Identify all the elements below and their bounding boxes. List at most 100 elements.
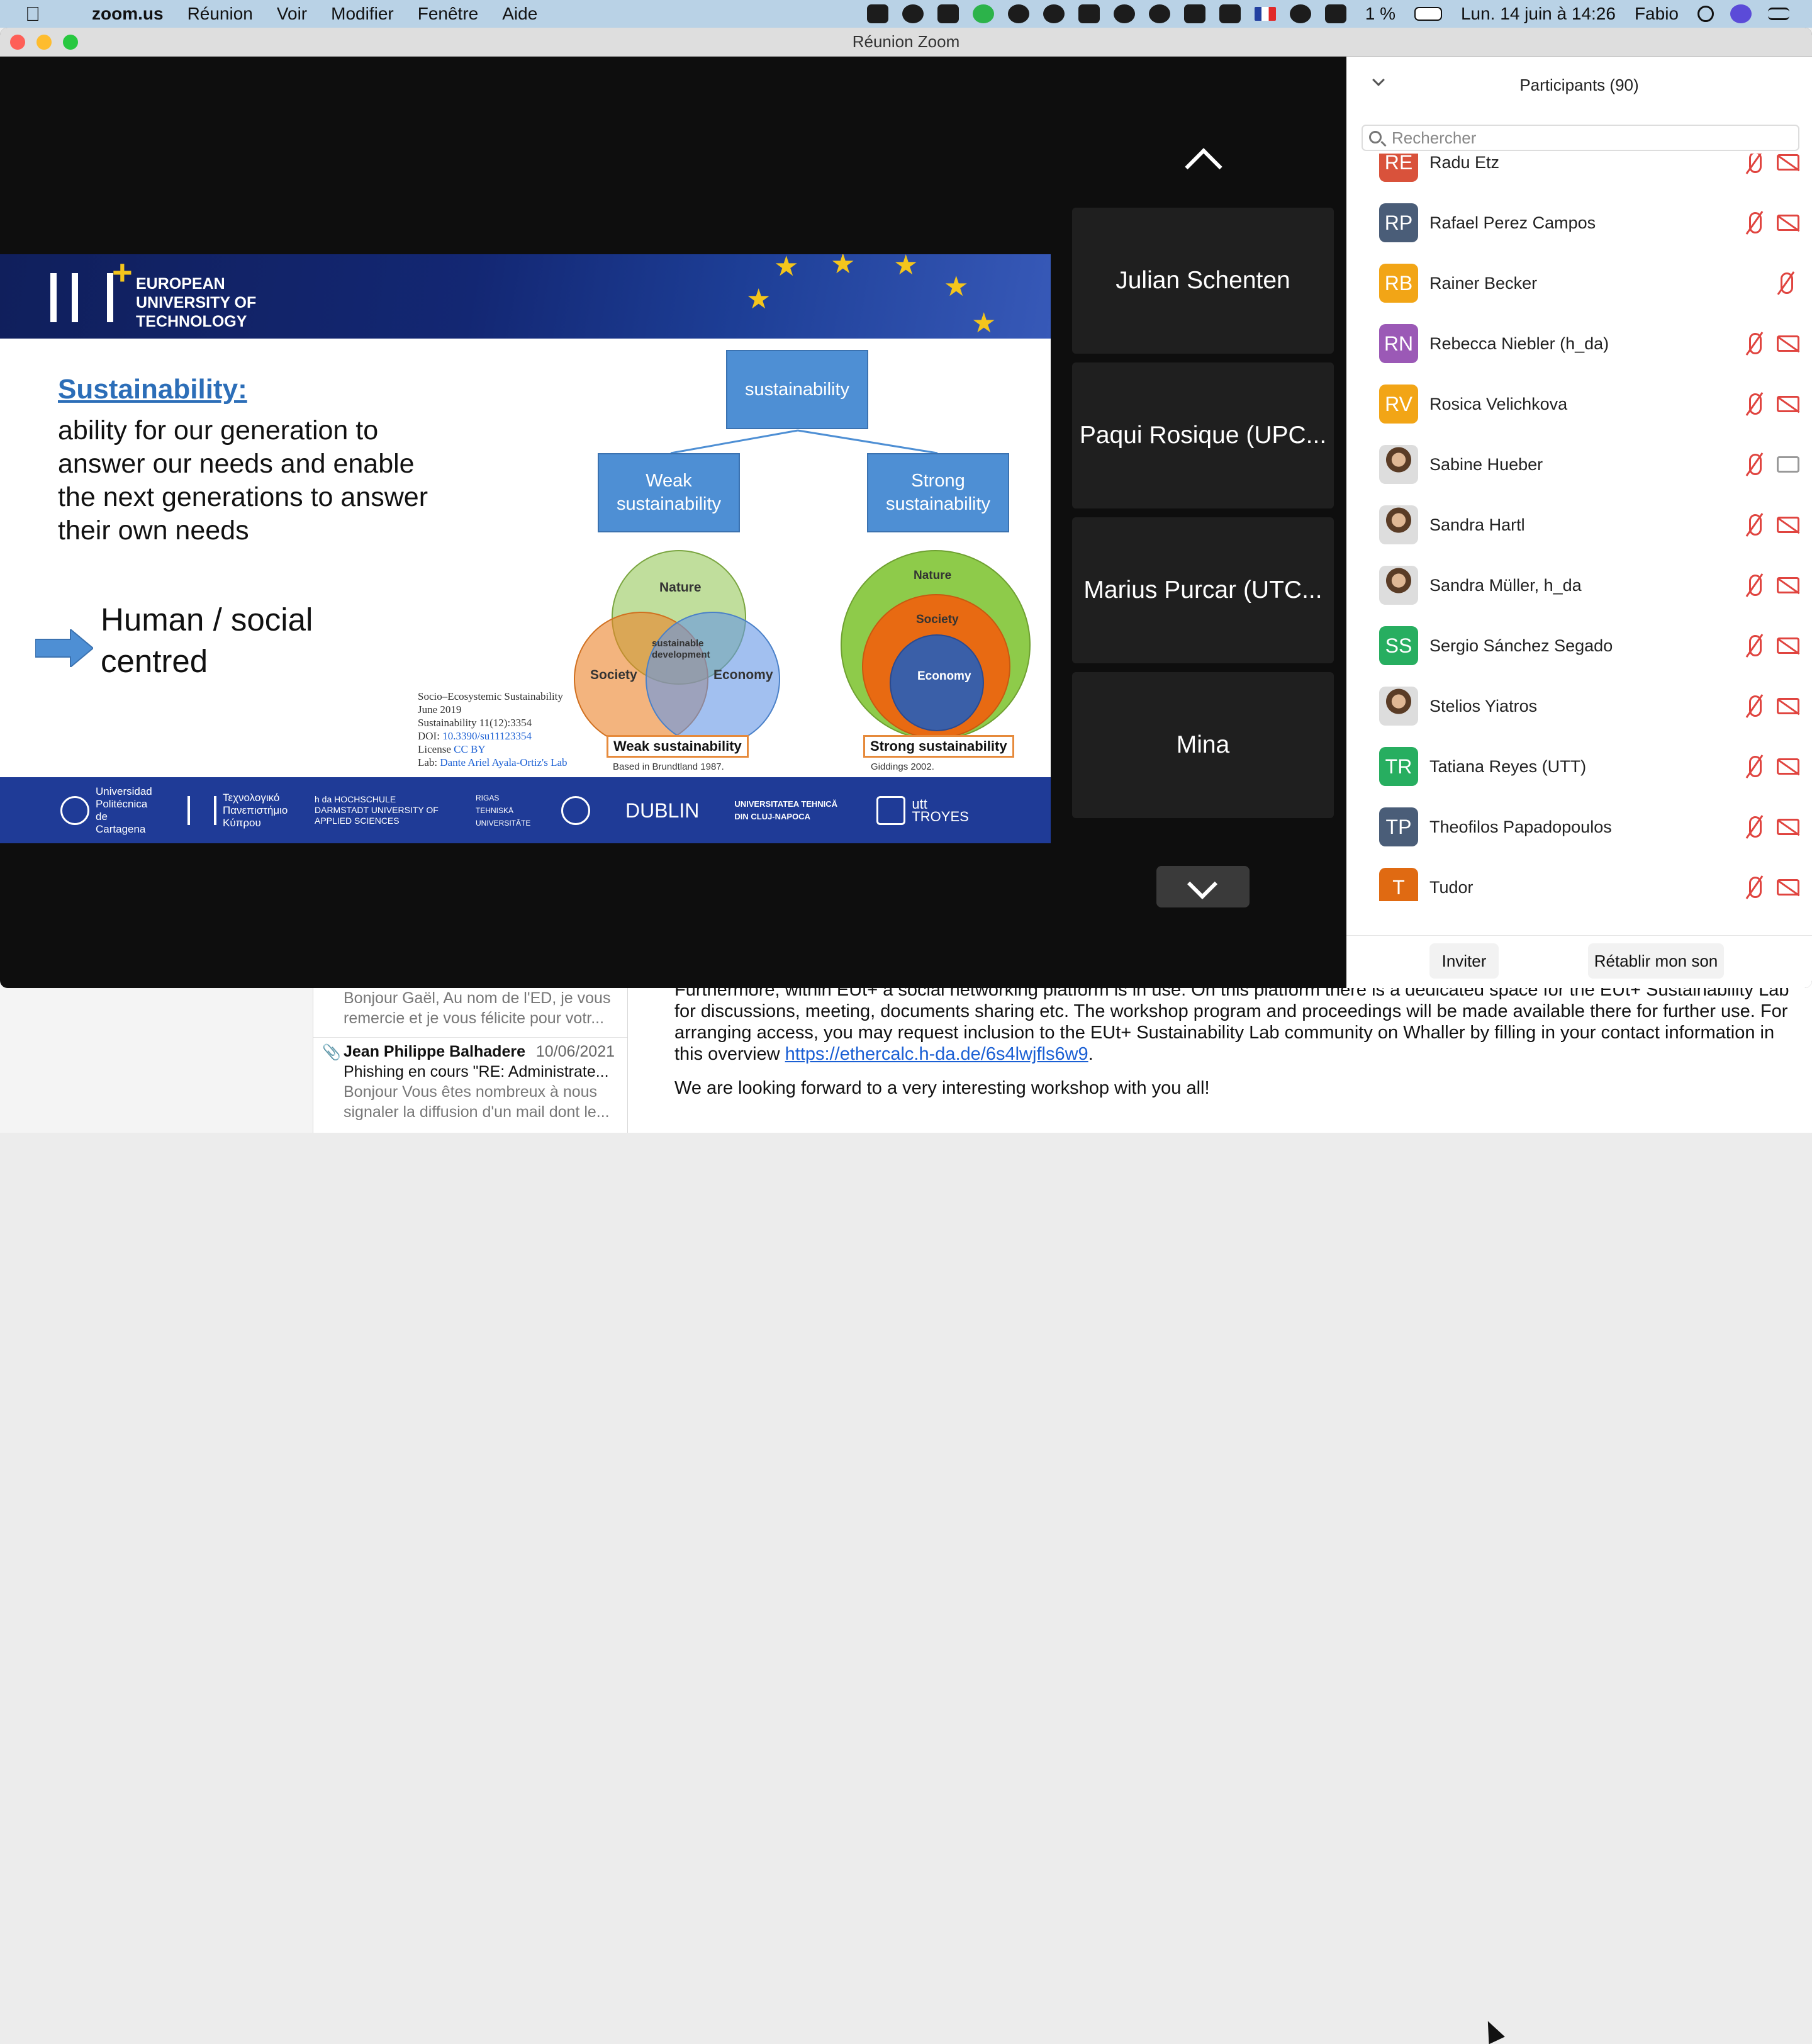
wifi-icon[interactable] [1289, 4, 1311, 23]
invite-button[interactable]: Inviter [1429, 943, 1499, 979]
license-link[interactable]: CC BY [454, 743, 486, 755]
video-tile[interactable]: Julian Schenten [1072, 208, 1334, 354]
menu-fenetre[interactable]: Fenêtre [418, 4, 479, 24]
zoom-window-button[interactable] [63, 35, 78, 50]
video-tile[interactable]: Mina [1072, 672, 1334, 818]
cloud-icon[interactable] [902, 4, 924, 23]
window-controls [10, 35, 78, 50]
video-off-icon [1777, 879, 1799, 896]
partner-logo: utt TROYES [876, 795, 969, 825]
shared-screen-slide[interactable]: ★ ★ ★ ★ ★ ★ + EUROPEAN UNIVERSITY OF TEC… [0, 254, 1051, 843]
video-on-icon [1777, 456, 1799, 473]
video-off-icon [1777, 819, 1799, 835]
user-name[interactable]: Fabio [1635, 4, 1679, 24]
ref-line: Lab: Dante Ariel Ayala-Ortiz's Lab [418, 756, 568, 769]
participant-row[interactable]: RB Rainer Becker [1346, 253, 1812, 313]
battery-icon[interactable] [1414, 7, 1442, 21]
partner-logo: h da HOCHSCHULE DARMSTADT UNIVERSITY OF … [315, 794, 440, 826]
menu-aide[interactable]: Aide [502, 4, 537, 24]
avatar: T [1379, 868, 1418, 901]
participant-name: Stelios Yiatros [1429, 696, 1538, 716]
box-strong-sustainability: Strong sustainability [867, 453, 1009, 532]
scroll-up-chevron-icon[interactable] [1185, 148, 1222, 186]
participant-row[interactable]: SS Sergio Sánchez Segado [1346, 615, 1812, 676]
video-tile[interactable]: Marius Purcar (UTC... [1072, 517, 1334, 663]
volume-icon[interactable] [1324, 4, 1346, 23]
scroll-down-button[interactable] [1156, 866, 1250, 907]
notification-center-icon[interactable] [1768, 8, 1789, 20]
participant-row[interactable]: T Tudor [1346, 857, 1812, 901]
mic-muted-icon [1749, 756, 1762, 777]
participant-row[interactable]: RE Radu Etz [1346, 154, 1812, 193]
video-tile[interactable]: Paqui Rosique (UPC... [1072, 362, 1334, 508]
spotlight-search-icon[interactable] [1697, 6, 1714, 22]
upct-logo-icon [60, 795, 89, 825]
weak-sustainability-label: Weak sustainability [607, 735, 749, 758]
participant-row[interactable]: Sabine Hueber [1346, 434, 1812, 495]
mic-muted-icon [1749, 333, 1762, 354]
upload-icon[interactable] [1043, 4, 1065, 23]
glasses-icon[interactable] [1183, 4, 1205, 23]
menu-bar:  zoom.us Réunion Voir Modifier Fenêtre … [0, 0, 1812, 28]
participants-list[interactable]: RE Radu Etz RP Rafael Perez Campos RB Rainer … [1346, 154, 1812, 901]
search-icon [1369, 131, 1382, 143]
participant-row[interactable]: Sandra Hartl [1346, 495, 1812, 555]
window-titlebar[interactable]: Réunion Zoom [0, 28, 1812, 57]
participants-search-input[interactable]: Rechercher [1362, 125, 1799, 151]
participants-panel: Participants (90) Rechercher RE Radu Etz R… [1346, 57, 1812, 988]
mail-list: Bonjour Gaël, Au nom de l'ED, je vous re… [313, 969, 628, 1133]
participant-row[interactable]: Sandra Müller, h_da [1346, 555, 1812, 615]
participant-name: Sergio Sánchez Segado [1429, 636, 1613, 655]
check-icon[interactable] [972, 4, 994, 23]
participant-row[interactable]: RN Rebecca Niebler (h_da) [1346, 313, 1812, 374]
mail-body-closing: We are looking forward to a very interes… [674, 1078, 1210, 1098]
french-flag-icon[interactable] [1254, 7, 1276, 21]
close-window-button[interactable] [10, 35, 25, 50]
video-off-icon [1777, 698, 1799, 714]
ref-line: Socio–Ecosystemic Sustainability [418, 690, 563, 702]
mail-list-item[interactable]: 📎 Jean Philippe Balhadere 10/06/2021 Phis… [313, 1037, 627, 1122]
strong-sustainability-label: Strong sustainability [863, 735, 1014, 758]
mail-preview: Bonjour Vous êtes nombreux à nous signal… [344, 1083, 610, 1121]
doi-link[interactable]: 10.3390/su11123354 [442, 730, 532, 742]
collapse-chevron-icon[interactable] [1372, 74, 1385, 86]
mail-body: Furthermore, within EUt+ a social networ… [674, 979, 1794, 1099]
sync-icon[interactable] [1007, 4, 1029, 23]
mic-muted-icon [1749, 635, 1762, 656]
circle-app-icon[interactable] [1148, 4, 1170, 23]
menu-modifier[interactable]: Modifier [331, 4, 394, 24]
lab-link[interactable]: Dante Ariel Ayala-Ortiz's Lab [440, 756, 567, 768]
siri-icon[interactable] [1730, 4, 1752, 23]
tray-icons [866, 4, 1346, 23]
video-off-icon [1777, 335, 1799, 352]
partner-name: UNIVERSITATEA TEHNICĂ DIN CLUJ-NAPOCA [734, 799, 838, 821]
participant-row[interactable]: Stelios Yiatros [1346, 676, 1812, 736]
participant-row[interactable]: RV Rosica Velichkova [1346, 374, 1812, 434]
minimize-window-button[interactable] [36, 35, 52, 50]
participant-row[interactable]: TP Theofilos Papadopoulos [1346, 797, 1812, 857]
participant-row[interactable]: RP Rafael Perez Campos [1346, 193, 1812, 253]
zoom-tray-icon[interactable] [866, 4, 888, 23]
partner-name: RIGAS TEHNISKĀ UNIVERSITĀTE [476, 793, 531, 828]
k-icon[interactable] [1078, 4, 1100, 23]
avatar [1379, 566, 1418, 605]
partner-logo: Τεχνολογικό Πανεπιστήμιο Κύπρου [187, 792, 288, 829]
dropbox-icon[interactable] [937, 4, 959, 23]
ethercalc-link[interactable]: https://ethercalc.h-da.de/6s4lwjfls6w9 [785, 1044, 1088, 1064]
video-off-icon [1777, 517, 1799, 533]
evernote-icon[interactable] [1113, 4, 1135, 23]
unmute-button[interactable]: Rétablir mon son [1588, 943, 1724, 979]
menu-reunion[interactable]: Réunion [187, 4, 253, 24]
bluetooth-icon[interactable] [1219, 4, 1241, 23]
video-off-icon [1777, 215, 1799, 231]
participant-row[interactable]: TR Tatiana Reyes (UTT) [1346, 736, 1812, 797]
venn-label-nature: Nature [659, 580, 702, 595]
menu-app-name[interactable]: zoom.us [92, 4, 164, 24]
menu-voir[interactable]: Voir [277, 4, 307, 24]
status-area: 1 % Lun. 14 juin à 14:26 Fabio [866, 0, 1812, 28]
mic-muted-icon [1749, 154, 1762, 173]
slide-reference: Socio–Ecosystemic Sustainability June 20… [418, 690, 568, 769]
apple-icon[interactable]:  [25, 3, 50, 26]
clock[interactable]: Lun. 14 juin à 14:26 [1461, 4, 1616, 24]
tile-name: Julian Schenten [1116, 267, 1290, 294]
